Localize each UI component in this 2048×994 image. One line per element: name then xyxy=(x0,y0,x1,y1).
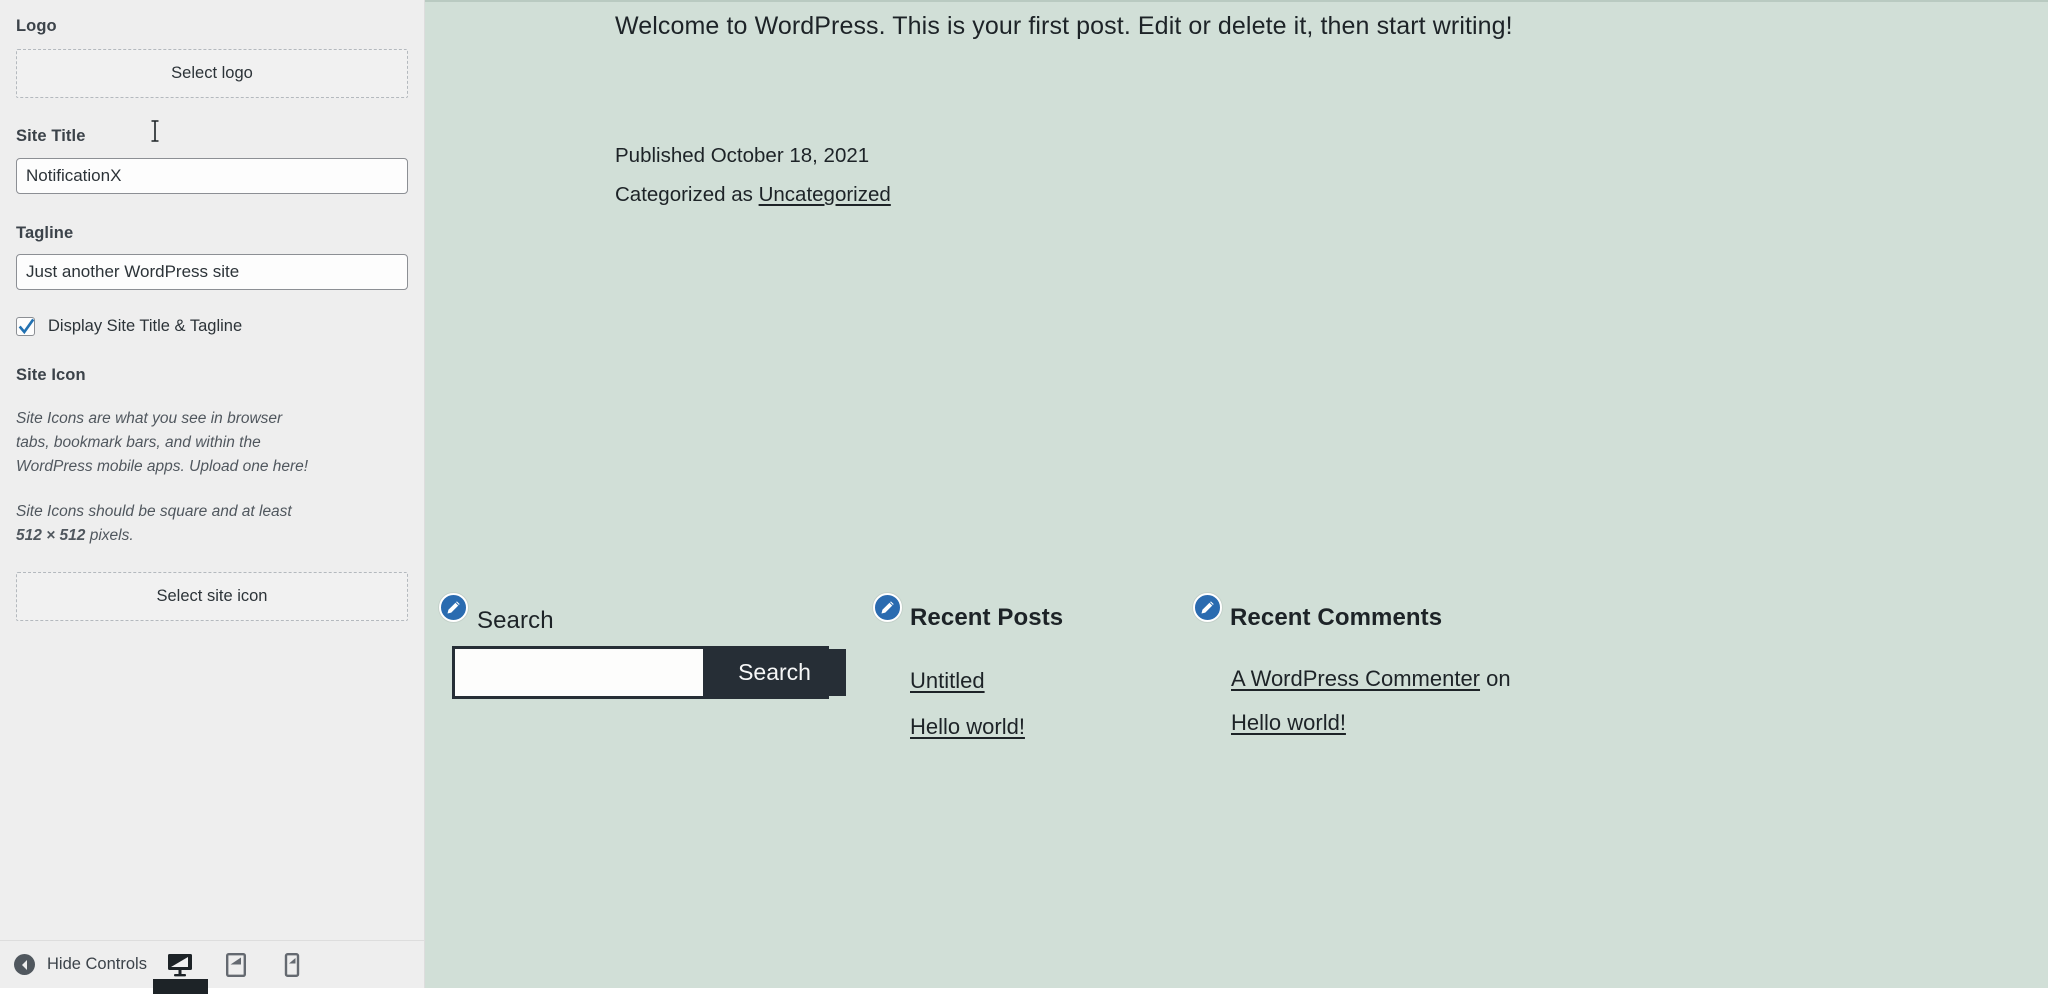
tablet-icon xyxy=(226,952,247,977)
widget-recent-posts-header: Recent Posts xyxy=(873,580,1203,632)
widget-recent-comments-title: Recent Comments xyxy=(1230,604,1443,631)
search-submit-button[interactable]: Search xyxy=(703,649,846,696)
post-content: Welcome to WordPress. This is your first… xyxy=(615,6,1515,47)
display-title-tagline-row[interactable]: Display Site Title & Tagline xyxy=(16,317,408,337)
chevron-left-circle-icon[interactable] xyxy=(14,954,35,975)
search-form: Search xyxy=(452,646,846,699)
recent-comments-list: A WordPress Commenter on Hello world! xyxy=(1231,662,1613,740)
select-logo-button[interactable]: Select logo xyxy=(16,48,408,98)
tagline-input[interactable] xyxy=(16,254,408,291)
site-title-label: Site Title xyxy=(16,126,86,145)
comment-on-label: on xyxy=(1480,666,1511,691)
site-title-input[interactable] xyxy=(16,157,408,194)
preview-top-divider xyxy=(425,0,2048,2)
category-link[interactable]: Uncategorized xyxy=(759,183,891,206)
post-meta: Published October 18, 2021 Categorized a… xyxy=(615,140,891,210)
widget-search-header: Search xyxy=(439,580,939,635)
recent-posts-list: Untitled Hello world! xyxy=(910,664,1203,744)
widget-search: Search Search xyxy=(439,580,939,699)
display-title-tagline-checkbox[interactable] xyxy=(16,317,35,337)
comment-post-link[interactable]: Hello world! xyxy=(1231,710,1346,735)
widget-recent-posts-title: Recent Posts xyxy=(910,604,1064,631)
hide-controls-label: Hide Controls xyxy=(47,955,147,973)
select-site-icon-button[interactable]: Select site icon xyxy=(16,571,408,621)
post-published-date: Published October 18, 2021 xyxy=(615,144,870,167)
tagline-label: Tagline xyxy=(16,223,74,242)
edit-pencil-icon-recent-posts[interactable] xyxy=(873,593,902,622)
mobile-icon xyxy=(284,952,300,977)
post-category-line: Categorized as Uncategorized xyxy=(615,179,891,210)
list-item: Untitled xyxy=(910,664,1203,698)
list-item: Hello world! xyxy=(1231,706,1613,740)
customizer-screen: Logo Select logo Site Title Tagline Disp… xyxy=(0,0,2048,994)
chevron-left-glyph xyxy=(22,959,27,970)
pencil-glyph xyxy=(881,601,894,614)
widget-recent-comments: Recent Comments A WordPress Commenter on… xyxy=(1193,580,1613,750)
site-icon-description-1: Site Icons are what you see in browser t… xyxy=(16,410,309,475)
site-icon-desc2-prefix: Site Icons should be square and at least xyxy=(16,503,292,521)
categorized-as-label: Categorized as xyxy=(615,183,759,207)
hide-controls-button[interactable]: Hide Controls xyxy=(14,941,147,988)
site-icon-desc2-size: 512 × 512 xyxy=(16,527,86,544)
customizer-sidebar: Logo Select logo Site Title Tagline Disp… xyxy=(0,0,425,994)
widget-recent-posts: Recent Posts Untitled Hello world! xyxy=(873,580,1203,756)
device-desktop-button[interactable] xyxy=(153,941,208,994)
site-icon-desc2-suffix: pixels. xyxy=(85,527,134,544)
device-tablet-button[interactable] xyxy=(218,941,254,988)
site-icon-description-2: Site Icons should be square and at least… xyxy=(16,500,316,547)
checkmark-icon xyxy=(18,319,35,335)
widget-recent-comments-header: Recent Comments xyxy=(1193,580,1613,632)
edit-pencil-icon-recent-comments[interactable] xyxy=(1193,593,1222,622)
customizer-footer-bar: Hide Controls xyxy=(0,940,424,994)
pencil-glyph xyxy=(447,601,460,614)
list-item: A WordPress Commenter on xyxy=(1231,662,1613,696)
comment-author-link[interactable]: A WordPress Commenter xyxy=(1231,666,1480,691)
logo-section-label: Logo xyxy=(16,17,57,35)
recent-post-link[interactable]: Hello world! xyxy=(910,714,1025,739)
site-preview-pane[interactable]: Welcome to WordPress. This is your first… xyxy=(425,0,2048,988)
recent-post-link[interactable]: Untitled xyxy=(910,668,985,693)
footer-widget-area: Search Search Recent Posts Untitled Hell… xyxy=(425,580,2048,988)
display-title-tagline-label: Display Site Title & Tagline xyxy=(48,317,243,336)
search-input[interactable] xyxy=(455,649,703,696)
site-icon-label: Site Icon xyxy=(16,366,86,385)
list-item: Hello world! xyxy=(910,710,1203,744)
device-preview-switcher xyxy=(153,941,310,994)
desktop-icon xyxy=(168,953,192,976)
device-mobile-button[interactable] xyxy=(274,941,310,988)
post-paragraph: Welcome to WordPress. This is your first… xyxy=(615,12,1513,40)
edit-pencil-icon-search[interactable] xyxy=(439,593,468,622)
widget-search-title: Search xyxy=(477,607,554,634)
customizer-controls-scroll: Logo Select logo Site Title Tagline Disp… xyxy=(0,0,424,941)
pencil-glyph xyxy=(1201,601,1214,614)
